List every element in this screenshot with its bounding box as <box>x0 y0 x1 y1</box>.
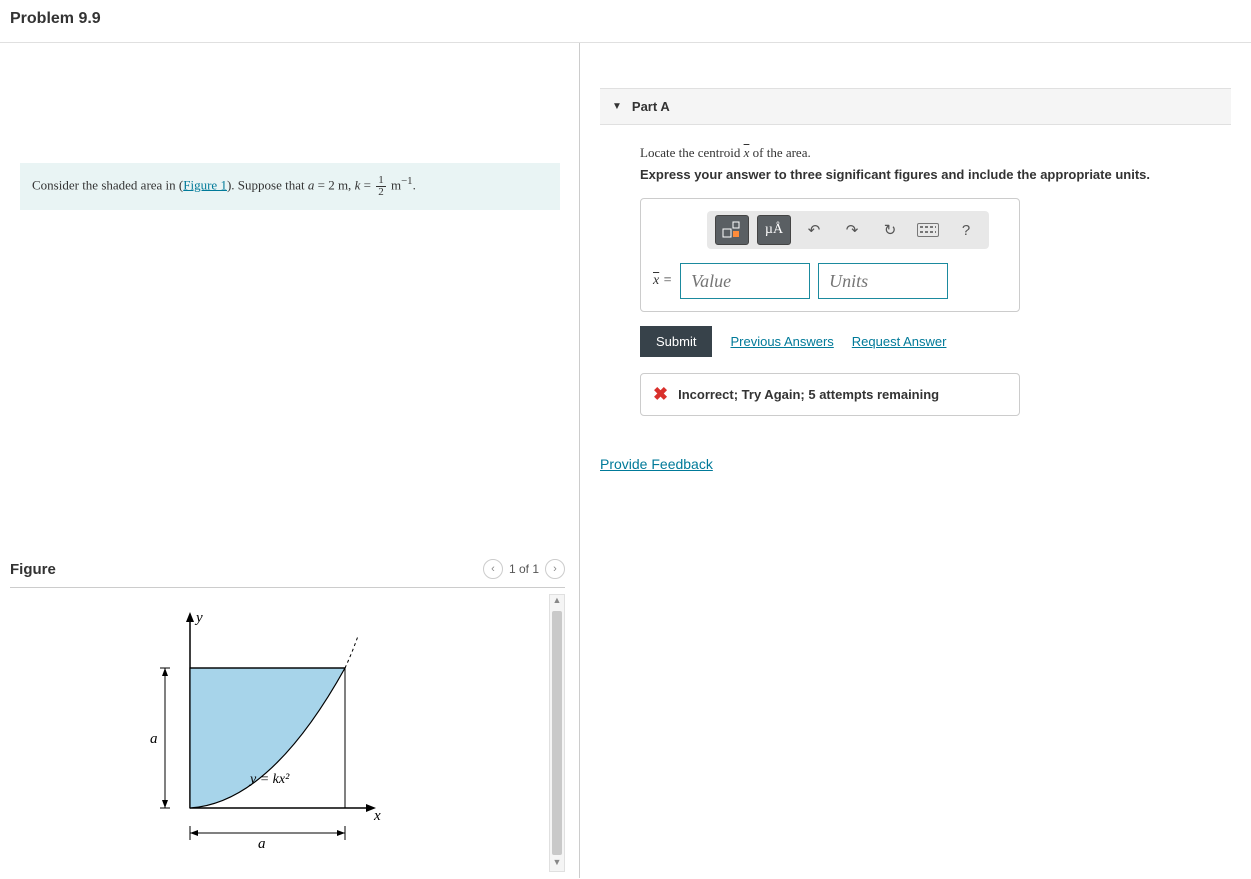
instr1-post: of the area. <box>749 145 810 160</box>
instruction-2: Express your answer to three significant… <box>640 167 1231 182</box>
exp: −1 <box>401 175 413 187</box>
input-row: x = <box>653 263 1007 299</box>
figure-link[interactable]: Figure 1 <box>183 177 227 192</box>
scroll-down-icon[interactable]: ▼ <box>550 857 564 871</box>
intro-prefix: Consider the shaded area in ( <box>32 177 183 192</box>
units-input[interactable] <box>818 263 948 299</box>
value-input[interactable] <box>680 263 810 299</box>
figure-scrollbar[interactable]: ▲ ▼ <box>549 594 565 872</box>
a-horizontal-label: a <box>258 836 266 852</box>
a-vertical-label: a <box>150 731 158 747</box>
right-pane: ▼ Part A Locate the centroid x of the ar… <box>580 43 1251 878</box>
answer-box: µÅ ↶ ↷ ↻ ? x = <box>640 198 1020 312</box>
reset-icon[interactable]: ↻ <box>875 216 905 244</box>
feedback-box: ✖ Incorrect; Try Again; 5 attempts remai… <box>640 373 1020 416</box>
collapse-icon[interactable]: ▼ <box>612 101 622 112</box>
figure-section: Figure ‹ 1 of 1 › <box>10 555 565 878</box>
figure-prev-button[interactable]: ‹ <box>483 559 503 579</box>
redo-icon[interactable]: ↷ <box>837 216 867 244</box>
figure-pager: ‹ 1 of 1 › <box>483 559 565 579</box>
provide-feedback-link[interactable]: Provide Feedback <box>600 456 713 472</box>
undo-icon[interactable]: ↶ <box>799 216 829 244</box>
figure-body: y x a a y = kx² ▲ ▼ <box>10 588 565 878</box>
figure-label: Figure <box>10 561 56 578</box>
unit-m: m <box>388 177 401 192</box>
scroll-thumb[interactable] <box>552 611 562 855</box>
instruction-1: Locate the centroid x of the area. <box>640 145 1231 161</box>
intro-suffix1: ). Suppose that <box>227 177 308 192</box>
part-header[interactable]: ▼ Part A <box>600 88 1231 125</box>
submit-button[interactable]: Submit <box>640 326 712 357</box>
units-symbols-icon[interactable]: µÅ <box>757 215 791 245</box>
incorrect-icon: ✖ <box>653 384 668 405</box>
var-a-val: = 2 m, <box>314 177 354 192</box>
x-axis-label: x <box>373 808 381 824</box>
curve-label: y = kx² <box>248 772 290 787</box>
frac-den: 2 <box>376 187 386 198</box>
answer-toolbar: µÅ ↶ ↷ ↻ ? <box>707 211 989 249</box>
previous-answers-link[interactable]: Previous Answers <box>730 334 833 349</box>
figure-pager-text: 1 of 1 <box>509 562 539 576</box>
fraction: 12 <box>376 175 386 198</box>
figure-svg: y x a a y = kx² <box>130 598 390 868</box>
instr1-pre: Locate the centroid <box>640 145 744 160</box>
left-pane: Consider the shaded area in (Figure 1). … <box>0 43 580 878</box>
period: . <box>413 177 416 192</box>
scroll-up-icon[interactable]: ▲ <box>550 595 564 609</box>
eq: = <box>360 177 374 192</box>
feedback-text: Incorrect; Try Again; 5 attempts remaini… <box>678 387 939 402</box>
problem-statement: Consider the shaded area in (Figure 1). … <box>20 163 560 210</box>
help-icon[interactable]: ? <box>951 216 981 244</box>
submit-row: Submit Previous Answers Request Answer <box>640 326 1231 357</box>
problem-title: Problem 9.9 <box>10 10 1241 28</box>
y-axis-label: y <box>194 610 203 626</box>
keyboard-icon[interactable] <box>913 216 943 244</box>
answer-variable-label: x = <box>653 273 672 289</box>
figure-next-button[interactable]: › <box>545 559 565 579</box>
part-label: Part A <box>632 99 670 114</box>
request-answer-link[interactable]: Request Answer <box>852 334 947 349</box>
templates-icon[interactable] <box>715 215 749 245</box>
